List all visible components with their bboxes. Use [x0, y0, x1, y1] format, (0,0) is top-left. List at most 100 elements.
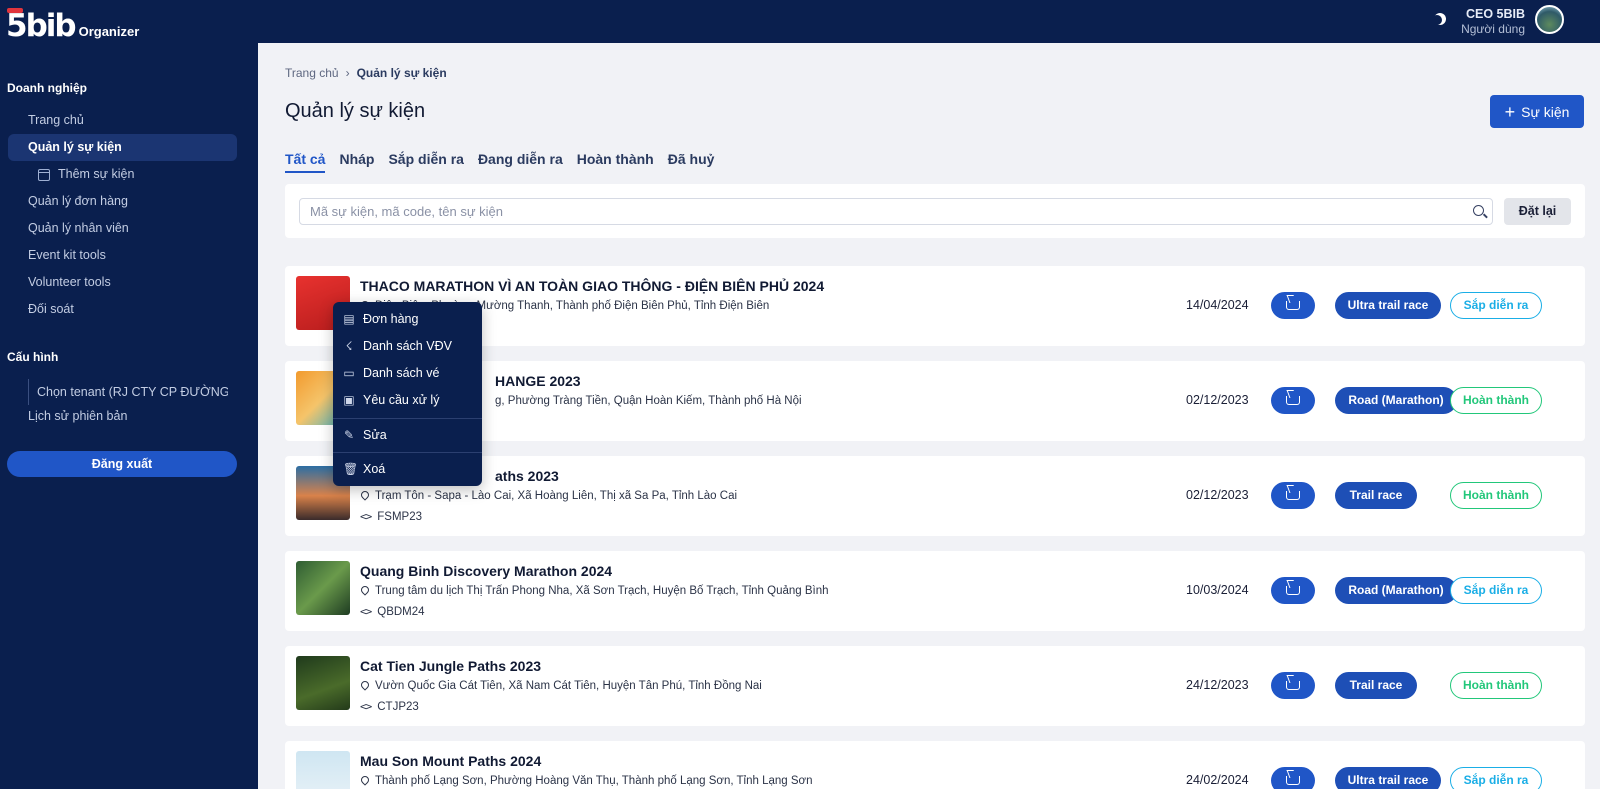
tab-completed[interactable]: Hoàn thành	[577, 151, 654, 173]
menu-item-label: Đơn hàng	[363, 312, 419, 326]
breadcrumb-home[interactable]: Trang chủ	[285, 66, 339, 80]
search-card: Đặt lại	[285, 184, 1585, 238]
context-menu: ▤ Đơn hàng ☇ Danh sách VĐV ▭ Danh sách vé ▣…	[333, 302, 482, 486]
event-location: Vườn Quốc Gia Cát Tiên, Xã Nam Cát Tiên,…	[360, 680, 762, 692]
status-badge: Hoàn thành	[1450, 672, 1542, 699]
event-location-text: Trung tâm du lịch Thị Trấn Phong Nha, Xã…	[375, 585, 829, 597]
event-type-badge: Road (Marathon)	[1335, 577, 1457, 604]
sidebar-item-orders[interactable]: Quản lý đơn hàng	[28, 188, 128, 215]
menu-item-delete[interactable]: 🗑 Xoá	[343, 458, 385, 480]
tab-cancelled[interactable]: Đã huỷ	[668, 151, 715, 173]
sidebar-item-staff[interactable]: Quản lý nhân viên	[28, 215, 129, 242]
tab-all[interactable]: Tất cả	[285, 151, 326, 173]
search-input[interactable]	[299, 198, 1493, 225]
event-title[interactable]: aths 2023	[495, 468, 559, 484]
event-date: 24/02/2024	[1186, 773, 1249, 787]
sport-button[interactable]	[1271, 672, 1315, 699]
pin-icon	[360, 681, 369, 692]
event-date: 10/03/2024	[1186, 583, 1249, 597]
event-title[interactable]: Mau Son Mount Paths 2024	[360, 753, 541, 769]
logout-button[interactable]: Đăng xuất	[7, 451, 237, 477]
sidebar: 5bib Organizer Doanh nghiệp Trang chủ Qu…	[0, 0, 258, 789]
sidebar-item-volunteer[interactable]: Volunteer tools	[28, 269, 111, 296]
shoe-icon	[1286, 681, 1300, 690]
tab-draft[interactable]: Nháp	[339, 151, 374, 173]
shoe-icon	[1286, 301, 1300, 310]
menu-item-athletes[interactable]: ☇ Danh sách VĐV	[343, 335, 452, 357]
menu-item-label: Xoá	[363, 462, 386, 476]
event-location-text: Vườn Quốc Gia Cát Tiên, Xã Nam Cát Tiên,…	[375, 680, 762, 692]
status-tabs: Tất cả Nháp Sắp diễn ra Đang diễn ra Hoà…	[285, 151, 714, 173]
event-code: <> CTJP23	[360, 700, 419, 713]
request-icon: ▣	[343, 393, 355, 407]
tenant-select[interactable]: Chọn tenant (RJ CTY CP ĐƯỜNG...	[28, 379, 228, 405]
moon-icon[interactable]	[1434, 13, 1446, 25]
add-event-button[interactable]: + Sự kiện	[1490, 95, 1584, 128]
event-type-badge: Road (Marathon)	[1335, 387, 1457, 414]
menu-divider	[333, 452, 482, 453]
tab-upcoming[interactable]: Sắp diễn ra	[388, 151, 463, 173]
sidebar-item-reconcile[interactable]: Đối soát	[28, 296, 74, 323]
event-location: g, Phường Tràng Tiền, Quận Hoàn Kiếm, Th…	[495, 395, 802, 407]
sport-button[interactable]	[1271, 292, 1315, 319]
event-thumbnail[interactable]	[296, 751, 350, 789]
status-badge: Sắp diễn ra	[1450, 577, 1542, 604]
event-title[interactable]: Cat Tien Jungle Paths 2023	[360, 658, 541, 674]
event-row[interactable]: Quang Binh Discovery Marathon 2024 Trung…	[285, 551, 1585, 631]
menu-item-requests[interactable]: ▣ Yêu cầu xử lý	[343, 389, 439, 411]
trash-icon: 🗑	[343, 462, 359, 476]
sidebar-item-events[interactable]: Quản lý sự kiện	[8, 134, 237, 161]
menu-item-tickets[interactable]: ▭ Danh sách vé	[343, 362, 439, 384]
sport-button[interactable]	[1271, 767, 1315, 789]
event-title[interactable]: HANGE 2023	[495, 373, 581, 389]
event-row[interactable]: Mau Son Mount Paths 2024 Thành phố Lạng …	[285, 741, 1585, 789]
sidebar-item-history[interactable]: Lịch sử phiên bản	[28, 403, 127, 430]
event-type-badge: Ultra trail race	[1335, 292, 1441, 319]
status-badge: Hoàn thành	[1450, 482, 1542, 509]
event-location-text: Trạm Tôn - Sapa - Lào Cai, Xã Hoàng Liên…	[375, 490, 738, 502]
calendar-icon	[38, 168, 50, 181]
shoe-icon	[1286, 776, 1300, 785]
menu-item-label: Danh sách vé	[363, 366, 440, 380]
sidebar-item-event-kit[interactable]: Event kit tools	[28, 242, 106, 269]
event-row[interactable]: Cat Tien Jungle Paths 2023 Vườn Quốc Gia…	[285, 646, 1585, 726]
shoe-icon	[1286, 491, 1300, 500]
menu-item-edit[interactable]: ✎ Sửa	[343, 424, 387, 446]
shoe-icon	[1286, 586, 1300, 595]
menu-item-orders[interactable]: ▤ Đơn hàng	[343, 308, 418, 330]
event-date: 02/12/2023	[1186, 393, 1249, 407]
event-location: Trạm Tôn - Sapa - Lào Cai, Xã Hoàng Liên…	[360, 490, 737, 502]
event-title[interactable]: THACO MARATHON VÌ AN TOÀN GIAO THÔNG - Đ…	[360, 278, 824, 294]
event-date: 14/04/2024	[1186, 298, 1249, 312]
event-location-text: g, Phường Tràng Tiền, Quận Hoàn Kiếm, Th…	[495, 395, 802, 407]
plus-icon: +	[1504, 101, 1516, 122]
code-icon: <>	[360, 605, 372, 618]
avatar[interactable]	[1535, 5, 1564, 34]
sport-button[interactable]	[1271, 577, 1315, 604]
code-icon: <>	[360, 700, 372, 713]
logo-mark: 5bib	[6, 8, 77, 44]
pin-icon	[360, 491, 369, 502]
sidebar-item-add-event[interactable]: Thêm sự kiện	[38, 161, 134, 188]
shoe-icon	[1286, 396, 1300, 405]
code-icon: <>	[360, 510, 372, 523]
tab-ongoing[interactable]: Đang diễn ra	[478, 151, 563, 173]
sport-button[interactable]	[1271, 387, 1315, 414]
event-date: 24/12/2023	[1186, 678, 1249, 692]
topbar	[258, 0, 1600, 43]
event-thumbnail[interactable]	[296, 656, 350, 710]
event-title[interactable]: Quang Binh Discovery Marathon 2024	[360, 563, 612, 579]
status-badge: Hoàn thành	[1450, 387, 1542, 414]
logo[interactable]: 5bib Organizer	[6, 6, 139, 42]
event-type-badge: Trail race	[1335, 482, 1417, 509]
reset-button[interactable]: Đặt lại	[1504, 198, 1571, 225]
sport-button[interactable]	[1271, 482, 1315, 509]
search-icon[interactable]	[1473, 205, 1484, 216]
event-location: Trung tâm du lịch Thị Trấn Phong Nha, Xã…	[360, 585, 829, 597]
event-code: <> QBDM24	[360, 605, 425, 618]
status-badge: Sắp diễn ra	[1450, 292, 1542, 319]
sidebar-item-home[interactable]: Trang chủ	[28, 107, 84, 134]
event-thumbnail[interactable]	[296, 561, 350, 615]
chevron-right-icon: ›	[345, 66, 350, 80]
menu-divider	[333, 418, 482, 419]
